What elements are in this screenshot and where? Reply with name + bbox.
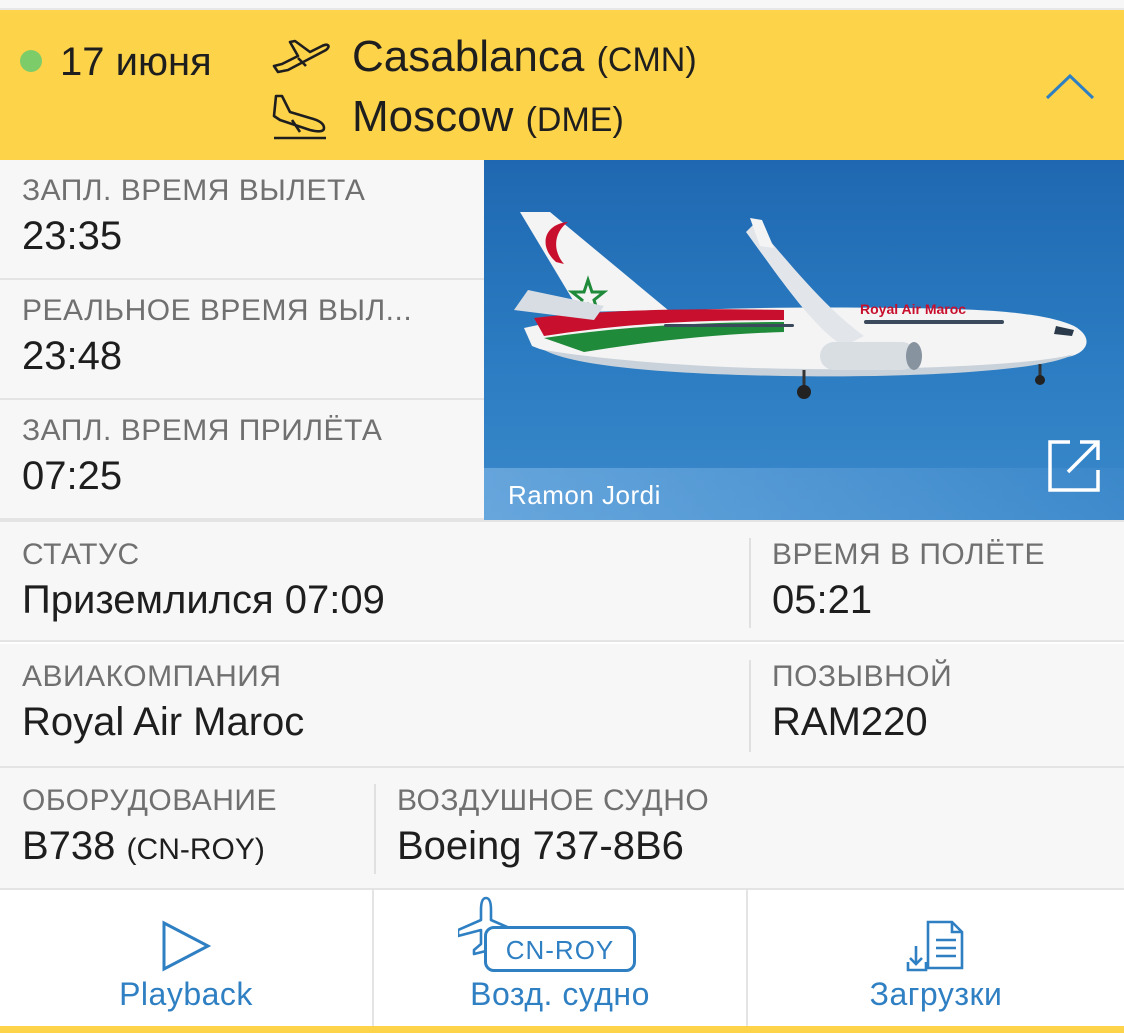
origin-line: Casablanca (CMN) [352, 27, 697, 90]
status-dot [20, 50, 42, 72]
airline-row: АВИАКОМПАНИЯ Royal Air Maroc ПОЗЫВНОЙ RA… [0, 644, 1124, 768]
scheduled-arrival: ЗАПЛ. ВРЕМЯ ПРИЛЁТА 07:25 [0, 400, 484, 520]
landing-icon [272, 94, 326, 140]
livery-text: Royal Air Maroc [860, 301, 966, 317]
downloads-label: Загрузки [869, 976, 1003, 1012]
takeoff-icon [272, 39, 330, 74]
photo-credit: Ramon Jordi [484, 468, 1124, 520]
action-bar: Playback CN-ROY Возд. судно Загрузки [0, 890, 1124, 1033]
bottom-accent-bar [0, 1026, 1124, 1033]
status-value: Приземлился 07:09 [22, 578, 385, 622]
equipment-value: B738 [22, 824, 116, 868]
flight-time-value: 05:21 [772, 578, 873, 622]
aircraft-image: Royal Air Maroc [514, 212, 1087, 399]
scheduled-departure-label: ЗАПЛ. ВРЕМЯ ВЫЛЕТА [22, 174, 366, 207]
playback-button[interactable]: Playback [0, 890, 372, 1026]
actual-departure-value: 23:48 [22, 334, 123, 378]
play-icon [162, 920, 212, 972]
equipment-value-line: B738 (CN-ROY) [22, 824, 265, 869]
top-strip [0, 0, 1124, 10]
callsign-value: RAM220 [772, 700, 928, 744]
aircraft-action-label: Возд. судно [470, 976, 650, 1012]
actual-departure-label: РЕАЛЬНОЕ ВРЕМЯ ВЫЛ... [22, 294, 413, 327]
equipment-divider [374, 784, 376, 874]
status-row: СТАТУС Приземлился 07:09 ВРЕМЯ В ПОЛЁТЕ … [0, 520, 1124, 642]
scheduled-arrival-value: 07:25 [22, 454, 123, 498]
downloads-button[interactable]: Загрузки [748, 890, 1124, 1026]
scheduled-departure: ЗАПЛ. ВРЕМЯ ВЫЛЕТА 23:35 [0, 160, 484, 280]
aircraft-type-value: Boeing 737-8B6 [397, 824, 684, 868]
equipment-row: ОБОРУДОВАНИЕ B738 (CN-ROY) ВОЗДУШНОЕ СУД… [0, 768, 1124, 890]
chevron-up-icon[interactable] [1044, 70, 1096, 102]
times-panel: ЗАПЛ. ВРЕМЯ ВЫЛЕТА 23:35 РЕАЛЬНОЕ ВРЕМЯ … [0, 160, 484, 520]
download-document-icon [906, 920, 964, 972]
registration-badge: CN-ROY [484, 926, 636, 972]
flight-time-label: ВРЕМЯ В ПОЛЁТЕ [772, 538, 1045, 571]
destination-city: Moscow [352, 92, 514, 141]
callsign-label: ПОЗЫВНОЙ [772, 660, 953, 693]
photo-credit-text: Ramon Jordi [508, 480, 661, 510]
airline-divider [749, 660, 751, 752]
origin-city: Casablanca [352, 32, 585, 81]
scheduled-arrival-label: ЗАПЛ. ВРЕМЯ ПРИЛЁТА [22, 414, 383, 447]
flight-date: 17 июня [60, 40, 212, 84]
actual-departure: РЕАЛЬНОЕ ВРЕМЯ ВЫЛ... 23:48 [0, 280, 484, 400]
equipment-label: ОБОРУДОВАНИЕ [22, 784, 277, 817]
destination-code: (DME) [525, 101, 624, 139]
aircraft-photo[interactable]: Royal Air Maroc Ramon Jordi [484, 160, 1124, 520]
equipment-registration: (CN-ROY) [126, 833, 265, 866]
external-link-icon[interactable] [1044, 436, 1104, 496]
airline-label: АВИАКОМПАНИЯ [22, 660, 282, 693]
status-label: СТАТУС [22, 538, 140, 571]
destination-line: Moscow (DME) [352, 87, 624, 150]
flight-header[interactable]: 17 июня Casablanca (CMN) Moscow (DME) [0, 10, 1124, 160]
airline-value: Royal Air Maroc [22, 700, 305, 744]
aircraft-type-label: ВОЗДУШНОЕ СУДНО [397, 784, 710, 817]
scheduled-departure-value: 23:35 [22, 214, 123, 258]
aircraft-button[interactable]: CN-ROY Возд. судно [374, 890, 746, 1026]
registration-badge-text: CN-ROY [505, 935, 615, 965]
playback-label: Playback [119, 976, 253, 1012]
status-divider [749, 538, 751, 628]
origin-code: (CMN) [596, 41, 697, 79]
